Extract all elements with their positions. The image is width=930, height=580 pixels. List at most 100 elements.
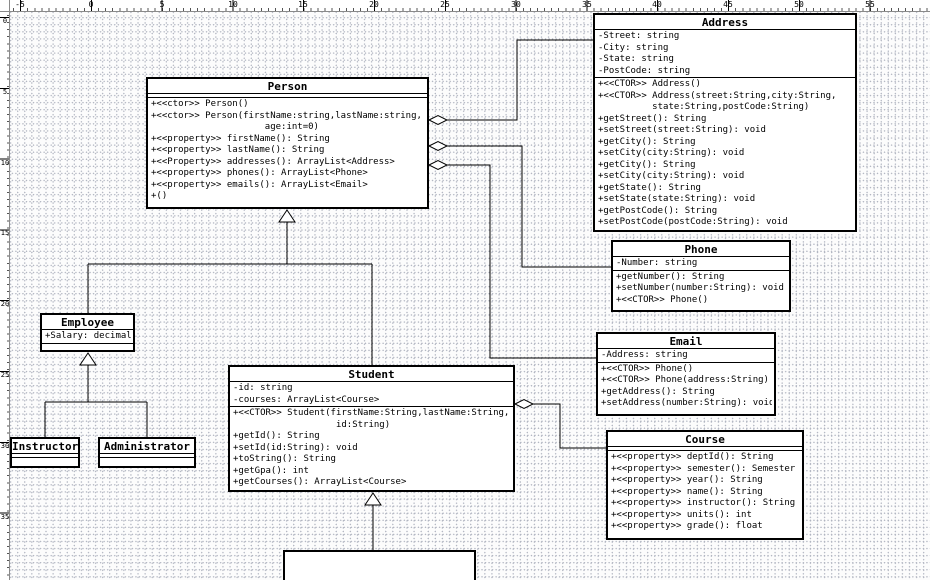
attribute-row: -id: string: [233, 383, 293, 393]
method-row: +toString(): String: [233, 454, 336, 464]
ruler-label: 45: [723, 0, 733, 9]
ruler-label: 10: [228, 0, 238, 9]
method-row: +<<property>> firstName(): String: [151, 133, 330, 144]
attribute-row: -courses: ArrayList<Course>: [233, 394, 380, 405]
attributes-compartment: -id: string -courses: ArrayList<Course>: [230, 382, 513, 407]
method-row: +<<CTOR>> Phone(): [616, 294, 709, 305]
ruler-label: 0: [2, 17, 8, 25]
edge-person-phone: [447, 145, 611, 268]
method-row: +<<CTOR>> Phone(address:String): [601, 375, 769, 385]
method-row: +getStreet(): String: [598, 113, 707, 124]
class-email[interactable]: Email -Address: string +<<CTOR>> Phone()…: [596, 332, 776, 416]
edge-person-address: [447, 39, 593, 121]
attribute-row: -PostCode: string: [598, 65, 691, 76]
ruler-label: -5: [15, 0, 25, 9]
attributes-compartment-empty: [12, 454, 78, 458]
methods-compartment: +<<property>> deptId(): String +<<proper…: [608, 451, 802, 533]
method-row: +(): [151, 191, 168, 201]
method-row: age:int=0): [151, 122, 319, 132]
ruler-vertical: 0 5 10 15 20 25 30 35: [0, 0, 10, 580]
aggregation-diamond-icon: [427, 159, 449, 171]
method-row: +getAddress(): String: [601, 386, 715, 397]
attributes-compartment: -Street: string -City: string -State: st…: [595, 30, 855, 78]
methods-compartment: +<<ctor>> Person() +<<ctor>> Person(firs…: [148, 98, 427, 203]
methods-compartment: +<<CTOR>> Student(firstName:String,lastN…: [230, 407, 513, 489]
ruler-label: 10: [0, 159, 10, 167]
method-row: +getNumber(): String: [616, 271, 725, 282]
ruler-label: 15: [0, 229, 10, 237]
method-row: +<<property>> emails(): ArrayList<Email>: [151, 179, 368, 190]
class-course[interactable]: Course +<<property>> deptId(): String +<…: [606, 430, 804, 540]
method-row: +<<ctor>> Person(firstName:string,lastNa…: [151, 110, 422, 121]
method-row: +setPostCode(postCode:String): void: [598, 217, 788, 227]
class-title: Instructor: [12, 440, 78, 454]
method-row: +<<property>> name(): String: [611, 486, 763, 497]
ruler-horizontal: -5 0 5 10 15 20 25 30 35 40 45 50 55: [0, 0, 930, 12]
inheritance-triangle-icon: [364, 492, 382, 506]
class-title: Employee: [42, 315, 133, 330]
class-instructor[interactable]: Instructor: [10, 437, 80, 468]
ruler-label: 25: [0, 371, 10, 379]
attributes-compartment: +Salary: decimal: [42, 330, 133, 344]
class-person[interactable]: Person +<<ctor>> Person() +<<ctor>> Pers…: [146, 77, 429, 209]
method-row: +setCity(city:String): void: [598, 171, 745, 181]
ruler-label: 30: [0, 442, 10, 450]
method-row: +<<Property>> addresses(): ArrayList<Add…: [151, 156, 395, 167]
aggregation-diamond-icon: [513, 398, 535, 410]
method-row: +<<CTOR>> Address(): [598, 79, 701, 89]
ruler-label: 50: [794, 0, 804, 9]
class-partial-bottom[interactable]: [283, 550, 476, 580]
ruler-corner: [0, 0, 10, 12]
ruler-label: 15: [298, 0, 308, 9]
method-row: +getGpa(): int: [233, 465, 309, 476]
aggregation-diamond-icon: [427, 114, 449, 126]
methods-compartment: +<<CTOR>> Address() +<<CTOR>> Address(st…: [595, 78, 855, 229]
method-row: +<<CTOR>> Address(street:String,city:Str…: [598, 90, 837, 101]
class-address[interactable]: Address -Street: string -City: string -S…: [593, 13, 857, 232]
method-row: +setId(id:String): void: [233, 442, 358, 453]
method-row: +getId(): String: [233, 431, 320, 441]
inheritance-triangle-icon: [278, 209, 296, 223]
method-row: +<<ctor>> Person(): [151, 99, 249, 109]
attribute-row: -City: string: [598, 42, 669, 53]
method-row: +getCourses(): ArrayList<Course>: [233, 477, 407, 487]
diagram-canvas[interactable]: Person +<<ctor>> Person() +<<ctor>> Pers…: [0, 0, 930, 580]
class-title: Student: [230, 367, 513, 382]
method-row: +<<property>> instructor(): String: [611, 498, 796, 508]
class-title: Email: [598, 334, 774, 349]
method-row: id:String): [233, 419, 391, 430]
method-row: +<<property>> grade(): float: [611, 521, 763, 531]
class-student[interactable]: Student -id: string -courses: ArrayList<…: [228, 365, 515, 492]
method-row: +setNumber(number:String): void: [616, 283, 784, 293]
ruler-label: 25: [440, 0, 450, 9]
attribute-row: -Street: string: [598, 31, 680, 41]
ruler-label: 55: [865, 0, 875, 9]
class-title: Administrator: [100, 439, 194, 454]
ruler-label: 20: [369, 0, 379, 9]
methods-compartment: +getNumber(): String +setNumber(number:S…: [613, 271, 789, 307]
ruler-label: 35: [582, 0, 592, 9]
class-phone[interactable]: Phone -Number: string +getNumber(): Stri…: [611, 240, 791, 312]
attribute-row: -State: string: [598, 54, 674, 64]
method-row: +getCity(): String: [598, 159, 696, 170]
method-row: +<<property>> lastName(): String: [151, 145, 325, 155]
method-row: +getPostCode(): String: [598, 205, 718, 216]
ruler-label: 20: [0, 300, 10, 308]
inheritance-triangle-icon: [79, 352, 97, 366]
method-row: +<<property>> semester(): Semester: [611, 463, 796, 474]
class-administrator[interactable]: Administrator: [98, 437, 196, 468]
class-employee[interactable]: Employee +Salary: decimal: [40, 313, 135, 352]
attribute-row: -Address: string: [601, 350, 688, 360]
uml-editor: Person +<<ctor>> Person() +<<ctor>> Pers…: [0, 0, 930, 580]
ruler-label: 5: [2, 88, 8, 96]
methods-compartment: +<<CTOR>> Phone() +<<CTOR>> Phone(addres…: [598, 363, 774, 410]
aggregation-diamond-icon: [427, 140, 449, 152]
attribute-row: -Number: string: [616, 258, 698, 268]
ruler-label: 0: [88, 0, 94, 9]
attribute-row: +Salary: decimal: [45, 331, 131, 341]
attributes-compartment-empty: [100, 454, 194, 458]
ruler-label: 5: [159, 0, 165, 9]
attributes-compartment: -Number: string: [613, 257, 789, 271]
method-row: +getCity(): String: [598, 136, 696, 147]
edge-person-email: [447, 164, 596, 359]
